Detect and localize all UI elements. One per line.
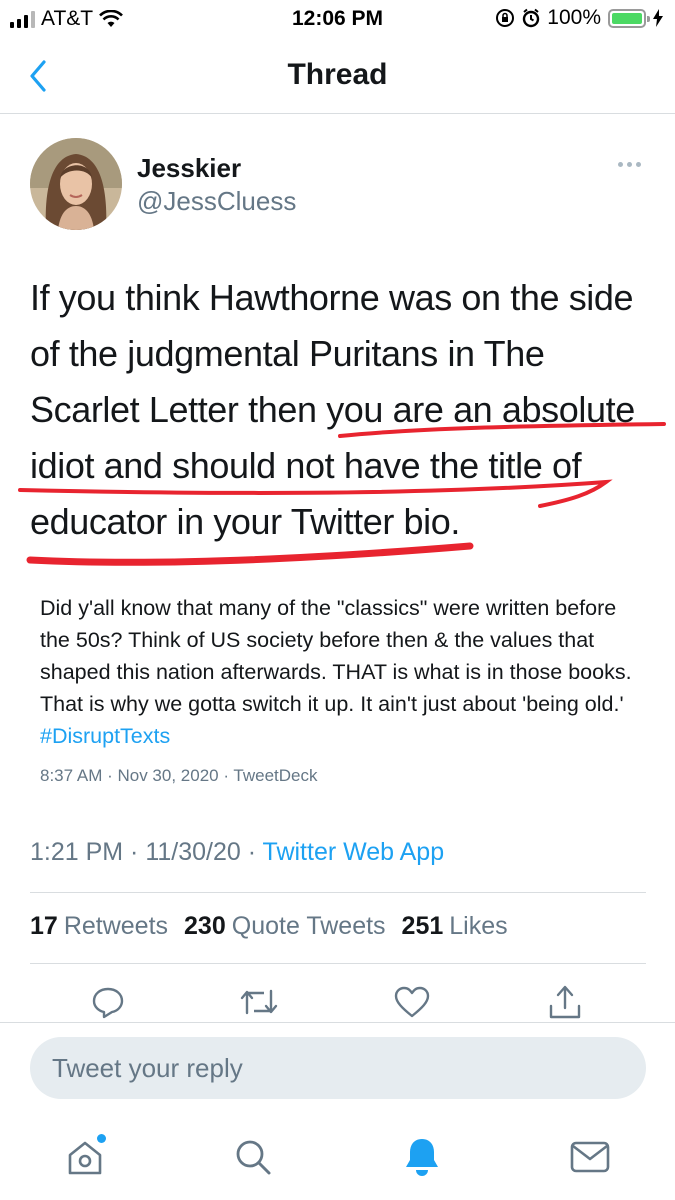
divider bbox=[30, 963, 646, 964]
tweet-time: 1:21 PM · 11/30/20 · bbox=[30, 838, 263, 866]
reply-placeholder: Tweet your reply bbox=[52, 1053, 243, 1083]
retweet-icon bbox=[240, 989, 278, 1015]
share-icon bbox=[549, 985, 581, 1019]
battery-fill bbox=[612, 12, 642, 24]
tab-notifications[interactable] bbox=[397, 1132, 447, 1182]
more-options-icon[interactable] bbox=[618, 162, 641, 167]
user-handle[interactable]: @JessCluess bbox=[137, 186, 296, 217]
nav-bar: Thread bbox=[0, 38, 675, 114]
source-app-link[interactable]: Twitter Web App bbox=[263, 838, 445, 866]
reply-input[interactable]: Tweet your reply bbox=[30, 1037, 646, 1099]
retweets-stat[interactable]: 17 Retweets bbox=[30, 912, 168, 941]
rotation-lock-icon bbox=[496, 9, 515, 27]
divider bbox=[0, 1022, 675, 1023]
quoted-tweet-text[interactable]: Did y'all know that many of the "classic… bbox=[40, 592, 640, 752]
reply-icon bbox=[92, 987, 124, 1019]
tab-messages[interactable] bbox=[565, 1132, 615, 1182]
status-bar: AT&T 12:06 PM 100% bbox=[0, 0, 675, 38]
tab-search[interactable] bbox=[228, 1132, 278, 1182]
page-title: Thread bbox=[287, 58, 388, 91]
charging-icon bbox=[653, 9, 663, 27]
reply-button[interactable] bbox=[86, 980, 130, 1024]
notifications-icon bbox=[406, 1139, 438, 1176]
avatar-image bbox=[30, 138, 122, 230]
quoted-tweet-body: Did y'all know that many of the "classic… bbox=[40, 596, 632, 716]
tweet-actions bbox=[0, 980, 675, 1024]
engagement-stats: 17 Retweets 230 Quote Tweets 251 Likes bbox=[30, 912, 508, 941]
battery-icon bbox=[608, 8, 650, 28]
share-button[interactable] bbox=[543, 980, 587, 1024]
like-button[interactable] bbox=[390, 980, 434, 1024]
messages-icon bbox=[570, 1141, 610, 1173]
search-icon bbox=[236, 1140, 271, 1175]
alarm-icon bbox=[523, 8, 540, 28]
quote-tweets-stat[interactable]: 230 Quote Tweets bbox=[184, 912, 386, 941]
avatar[interactable] bbox=[30, 138, 122, 230]
tweet-timestamp: 1:21 PM · 11/30/20 · Twitter Web App bbox=[30, 838, 444, 867]
hashtag-link[interactable]: #DisruptTexts bbox=[40, 724, 170, 748]
quoted-tweet-meta: 8:37 AM · Nov 30, 2020 · TweetDeck bbox=[40, 766, 318, 785]
heart-icon bbox=[394, 986, 430, 1018]
retweet-button[interactable] bbox=[237, 980, 281, 1024]
battery-percent: 100% bbox=[547, 6, 601, 29]
likes-stat[interactable]: 251 Likes bbox=[402, 912, 508, 941]
divider bbox=[30, 892, 646, 893]
tab-bar bbox=[0, 1110, 675, 1200]
tab-home[interactable] bbox=[60, 1132, 110, 1182]
home-badge-dot bbox=[97, 1134, 106, 1143]
status-right: 100% bbox=[495, 6, 663, 30]
home-icon bbox=[68, 1141, 102, 1175]
tweet-text: If you think Hawthorne was on the side o… bbox=[30, 270, 660, 550]
display-name[interactable]: Jesskier bbox=[137, 153, 241, 184]
